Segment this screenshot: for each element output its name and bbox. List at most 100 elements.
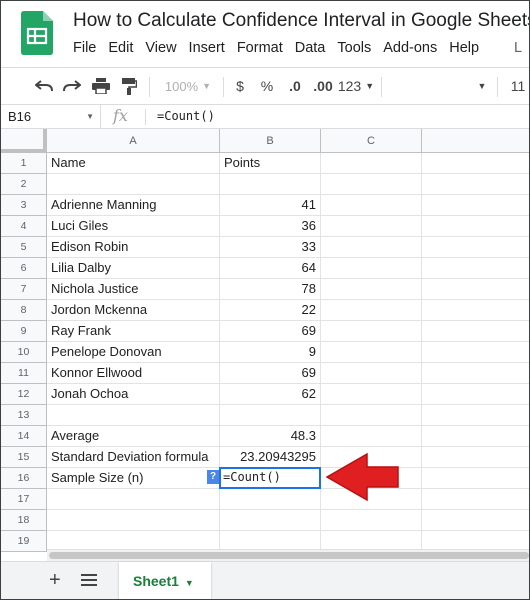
row-header[interactable]: 3 — [1, 195, 47, 216]
row-header[interactable]: 8 — [1, 300, 47, 321]
cell-d[interactable] — [422, 237, 529, 258]
cell-b[interactable]: 69 — [220, 321, 321, 342]
menu-overflow-label[interactable]: L — [514, 40, 522, 56]
cell-a[interactable]: Nichola Justice — [47, 279, 220, 300]
menu-tools[interactable]: Tools — [337, 40, 371, 56]
cell-c[interactable] — [321, 237, 422, 258]
row-header[interactable]: 7 — [1, 279, 47, 300]
cell-d[interactable] — [422, 321, 529, 342]
cell-a[interactable]: Penelope Donovan — [47, 342, 220, 363]
cell-d[interactable] — [422, 258, 529, 279]
paint-format-button[interactable] — [118, 68, 140, 104]
row-header[interactable]: 19 — [1, 531, 47, 552]
row-header[interactable]: 1 — [1, 153, 47, 174]
more-formats-button[interactable]: 123 ▼ — [338, 68, 374, 104]
cell-b[interactable] — [220, 510, 321, 531]
horizontal-scrollbar[interactable] — [47, 549, 529, 561]
row-header[interactable]: 2 — [1, 174, 47, 195]
decrease-decimal-button[interactable]: .0 — [285, 68, 305, 104]
cell-b[interactable]: 78 — [220, 279, 321, 300]
zoom-select[interactable]: 100% ▼ — [159, 68, 217, 104]
cell-b[interactable] — [220, 174, 321, 195]
currency-format-button[interactable]: $ — [231, 68, 249, 104]
cell-c[interactable] — [321, 384, 422, 405]
menu-insert[interactable]: Insert — [189, 40, 225, 56]
cell-d[interactable] — [422, 216, 529, 237]
cell-a[interactable]: Edison Robin — [47, 237, 220, 258]
menu-addons[interactable]: Add-ons — [383, 40, 437, 56]
menu-file[interactable]: File — [73, 40, 96, 56]
horizontal-scrollbar-thumb[interactable] — [49, 552, 529, 559]
cell-a[interactable] — [47, 510, 220, 531]
cell-d[interactable] — [422, 426, 529, 447]
cell-a[interactable]: Jordon Mckenna — [47, 300, 220, 321]
cell-b[interactable]: 22 — [220, 300, 321, 321]
redo-button[interactable] — [61, 68, 83, 104]
cell-b[interactable]: 64 — [220, 258, 321, 279]
formula-input[interactable]: =Count() — [157, 109, 215, 123]
all-sheets-icon[interactable] — [81, 573, 97, 587]
cell-a[interactable]: Average — [47, 426, 220, 447]
cell-b[interactable]: 69 — [220, 363, 321, 384]
row-header[interactable]: 12 — [1, 384, 47, 405]
column-header-a[interactable]: A — [47, 129, 220, 153]
cell-a[interactable]: Luci Giles — [47, 216, 220, 237]
cell-d[interactable] — [422, 279, 529, 300]
cell-c[interactable] — [321, 279, 422, 300]
cell-b[interactable]: 41 — [220, 195, 321, 216]
cell-a[interactable]: Name — [47, 153, 220, 174]
cell-a[interactable]: Sample Size (n) — [47, 468, 220, 489]
column-header-b[interactable]: B — [220, 129, 321, 153]
cell-a[interactable]: Adrienne Manning — [47, 195, 220, 216]
cell-a[interactable] — [47, 405, 220, 426]
cell-c[interactable] — [321, 300, 422, 321]
increase-decimal-button[interactable]: .00 — [311, 68, 335, 104]
cell-a[interactable]: Lilia Dalby — [47, 258, 220, 279]
cell-d[interactable] — [422, 195, 529, 216]
row-header[interactable]: 17 — [1, 489, 47, 510]
undo-button[interactable] — [33, 68, 55, 104]
cell-c[interactable] — [321, 342, 422, 363]
cell-d[interactable] — [422, 510, 529, 531]
menu-help[interactable]: Help — [449, 40, 479, 56]
cell-a[interactable]: Jonah Ochoa — [47, 384, 220, 405]
row-header[interactable]: 10 — [1, 342, 47, 363]
font-size-input[interactable]: 11 — [507, 68, 529, 104]
menu-format[interactable]: Format — [237, 40, 283, 56]
cell-d[interactable] — [422, 384, 529, 405]
cell-c[interactable] — [321, 195, 422, 216]
row-header[interactable]: 11 — [1, 363, 47, 384]
cell-c[interactable] — [321, 510, 422, 531]
cell-d[interactable] — [422, 174, 529, 195]
cell-b[interactable]: 48.3 — [220, 426, 321, 447]
row-header[interactable]: 5 — [1, 237, 47, 258]
column-header-d[interactable] — [422, 129, 529, 153]
cell-b[interactable]: 9 — [220, 342, 321, 363]
cell-a[interactable] — [47, 174, 220, 195]
menu-view[interactable]: View — [145, 40, 176, 56]
cell-d[interactable] — [422, 153, 529, 174]
cell-a[interactable]: Konnor Ellwood — [47, 363, 220, 384]
select-all-corner[interactable] — [1, 129, 47, 153]
menu-data[interactable]: Data — [295, 40, 326, 56]
cell-a[interactable]: Ray Frank — [47, 321, 220, 342]
cell-b[interactable] — [220, 489, 321, 510]
cell-b[interactable]: 36 — [220, 216, 321, 237]
cell-c[interactable] — [321, 258, 422, 279]
cell-d[interactable] — [422, 363, 529, 384]
sheet-tab-sheet1[interactable]: Sheet1 ▼ — [119, 562, 211, 599]
row-header[interactable]: 6 — [1, 258, 47, 279]
cell-c[interactable] — [321, 426, 422, 447]
formula-help-icon[interactable]: ? — [207, 470, 219, 484]
sheets-logo-icon[interactable] — [21, 11, 53, 55]
row-header[interactable]: 4 — [1, 216, 47, 237]
row-header[interactable]: 16 — [1, 468, 47, 489]
menu-edit[interactable]: Edit — [108, 40, 133, 56]
row-header[interactable]: 18 — [1, 510, 47, 531]
add-sheet-button[interactable]: + — [49, 569, 61, 592]
cell-b[interactable]: 33 — [220, 237, 321, 258]
cell-b[interactable] — [220, 405, 321, 426]
cell-c[interactable] — [321, 363, 422, 384]
name-box[interactable]: B16 ▼ — [1, 105, 101, 128]
row-header[interactable]: 15 — [1, 447, 47, 468]
